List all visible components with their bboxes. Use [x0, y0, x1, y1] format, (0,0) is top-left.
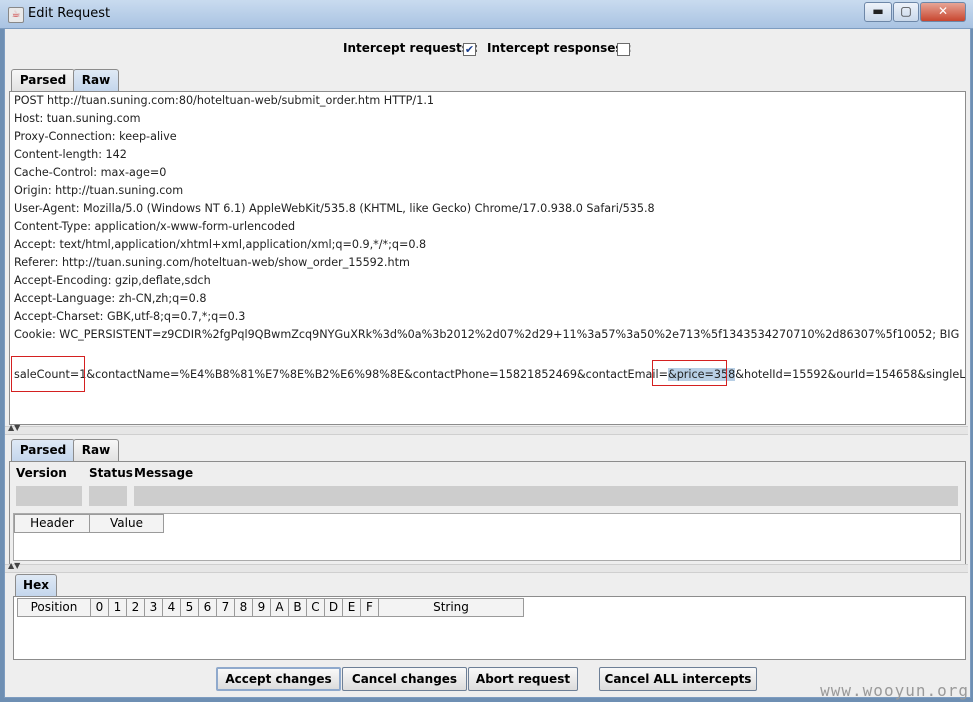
intercept-requests-label: Intercept requests :	[343, 41, 478, 55]
hex-byte-column[interactable]: 9	[252, 598, 271, 617]
response-hex-splitter[interactable]: ▲▼	[5, 561, 968, 573]
hex-byte-column[interactable]: E	[342, 598, 361, 617]
message-field[interactable]	[134, 486, 958, 506]
version-column-label: Version	[16, 466, 67, 480]
intercept-responses-checkbox[interactable]	[617, 43, 630, 56]
splitter-arrows-icon[interactable]: ▲▼	[8, 423, 20, 432]
hex-tab[interactable]: Hex	[15, 574, 57, 596]
accept-changes-button[interactable]: Accept changes	[216, 667, 341, 691]
maximize-button[interactable]: ▢	[893, 2, 919, 22]
message-column-label: Message	[134, 466, 194, 480]
version-field[interactable]	[16, 486, 82, 506]
hex-byte-column[interactable]: B	[288, 598, 307, 617]
cancel-changes-button[interactable]: Cancel changes	[342, 667, 467, 691]
hex-string-column[interactable]: String	[378, 598, 524, 617]
status-column-label: Status	[89, 466, 133, 480]
response-tab-raw[interactable]: Raw	[73, 439, 119, 461]
response-parsed-panel: Version Status Message Header Value	[9, 461, 966, 565]
hex-byte-column[interactable]: 4	[162, 598, 181, 617]
minimize-button[interactable]: ▬	[864, 2, 892, 22]
hex-byte-column[interactable]: D	[324, 598, 343, 617]
hex-byte-column[interactable]: C	[306, 598, 325, 617]
raw-request-line: Accept-Language: zh-CN,zh;q=0.8	[14, 292, 207, 305]
body-middle-params: &contactName=%E4%B8%81%E7%8E%B2%E6%98%8E…	[86, 368, 668, 381]
hex-byte-column[interactable]: 8	[234, 598, 253, 617]
header-column-header[interactable]: Header	[14, 514, 90, 533]
raw-request-line: Content-Type: application/x-www-form-url…	[14, 220, 296, 233]
hex-byte-column[interactable]: 5	[180, 598, 199, 617]
raw-request-line: Referer: http://tuan.suning.com/hoteltua…	[14, 256, 410, 269]
abort-request-button[interactable]: Abort request	[468, 667, 578, 691]
value-column-header[interactable]: Value	[89, 514, 164, 533]
raw-request-line: User-Agent: Mozilla/5.0 (Windows NT 6.1)…	[14, 202, 655, 215]
request-tab-parsed[interactable]: Parsed	[11, 69, 75, 91]
close-button[interactable]: ✕	[920, 2, 966, 22]
hex-byte-column[interactable]: A	[270, 598, 289, 617]
title-bar: ☕ Edit Request ▬ ▢ ✕	[0, 0, 973, 29]
request-raw-editor[interactable]: POST http://tuan.suning.com:80/hoteltuan…	[9, 91, 966, 425]
request-body-line: saleCount=1&contactName=%E4%B8%81%E7%8E%…	[14, 368, 966, 381]
raw-request-line: Proxy-Connection: keep-alive	[14, 130, 177, 143]
cancel-all-intercepts-button[interactable]: Cancel ALL intercepts	[599, 667, 757, 691]
raw-request-line: Accept-Encoding: gzip,deflate,sdch	[14, 274, 211, 287]
window-title: Edit Request	[28, 6, 111, 21]
status-field[interactable]	[89, 486, 127, 506]
request-response-splitter[interactable]: ▲▼	[5, 423, 968, 435]
watermark: www.wooyun.org	[820, 681, 969, 700]
hex-byte-column[interactable]: F	[360, 598, 379, 617]
raw-request-line: Accept-Charset: GBK,utf-8;q=0.7,*;q=0.3	[14, 310, 246, 323]
java-app-icon: ☕	[8, 7, 24, 23]
request-tab-raw[interactable]: Raw	[73, 69, 119, 91]
splitter-arrows-icon-2[interactable]: ▲▼	[8, 561, 20, 570]
edit-request-dialog: Intercept requests : ✔ Intercept respons…	[4, 28, 971, 698]
raw-request-line: POST http://tuan.suning.com:80/hoteltuan…	[14, 94, 434, 107]
price-highlight-box	[652, 360, 727, 386]
intercept-responses-label: Intercept responses :	[487, 41, 632, 55]
hex-byte-column[interactable]: 7	[216, 598, 235, 617]
salecount-highlight-box	[11, 356, 85, 392]
header-table: Header Value	[13, 513, 961, 561]
intercept-requests-checkbox[interactable]: ✔	[463, 43, 476, 56]
raw-request-line: Origin: http://tuan.suning.com	[14, 184, 184, 197]
intercept-options: Intercept requests : ✔ Intercept respons…	[5, 29, 970, 65]
raw-request-line: Accept: text/html,application/xhtml+xml,…	[14, 238, 427, 251]
body-remaining-params: &hotelId=15592&ourId=154658&singleLimit	[735, 368, 966, 381]
hex-byte-column[interactable]: 0	[90, 598, 109, 617]
hex-byte-column[interactable]: 1	[108, 598, 127, 617]
raw-request-line: Cache-Control: max-age=0	[14, 166, 167, 179]
hex-byte-column[interactable]: 2	[126, 598, 145, 617]
raw-request-line: Host: tuan.suning.com	[14, 112, 141, 125]
hex-byte-column[interactable]: 3	[144, 598, 163, 617]
hex-position-column[interactable]: Position	[17, 598, 91, 617]
response-tab-parsed[interactable]: Parsed	[11, 439, 75, 461]
hex-byte-column[interactable]: 6	[198, 598, 217, 617]
raw-request-line: Cookie: WC_PERSISTENT=z9CDIR%2fgPql9QBwm…	[14, 328, 960, 341]
hex-panel: Position 0 1 2 3 4 5 6 7 8 9 A B C D E F String	[13, 596, 966, 660]
raw-request-line: Content-length: 142	[14, 148, 127, 161]
